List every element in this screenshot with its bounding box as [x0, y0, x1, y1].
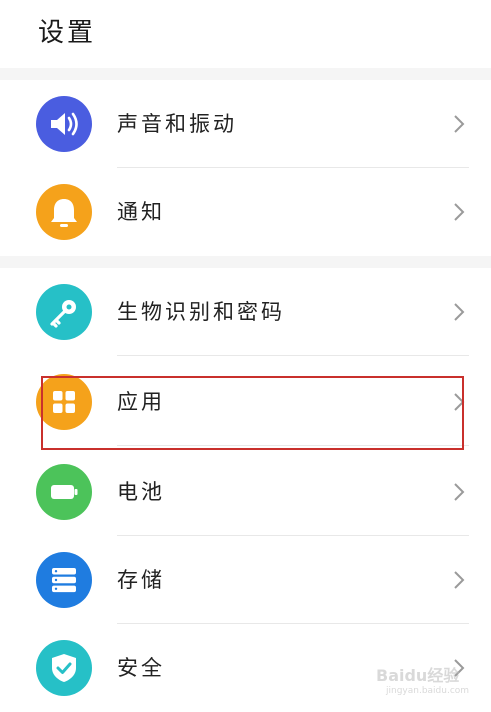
settings-item-sound[interactable]: 声音和振动: [0, 80, 491, 168]
chevron-right-icon: [452, 569, 466, 591]
settings-item-biometrics[interactable]: 生物识别和密码: [0, 268, 491, 356]
speaker-icon: [36, 96, 92, 152]
chevron-right-icon: [452, 481, 466, 503]
settings-item-label: 通知: [117, 200, 165, 224]
divider: [117, 355, 469, 356]
section-gap: [0, 68, 491, 80]
settings-item-label: 声音和振动: [117, 112, 237, 136]
settings-item-storage[interactable]: 存储: [0, 536, 491, 624]
highlight-box: [41, 376, 464, 450]
section-gap: [0, 256, 491, 268]
settings-item-label: 安全: [117, 656, 165, 680]
baidu-watermark: Baidu经验 jingyan.baidu.com: [372, 652, 487, 702]
settings-item-label: 生物识别和密码: [117, 300, 285, 324]
settings-item-battery[interactable]: 电池: [0, 448, 491, 536]
storage-icon: [36, 552, 92, 608]
battery-icon: [36, 464, 92, 520]
chevron-right-icon: [452, 113, 466, 135]
shield-check-icon: [36, 640, 92, 696]
settings-item-notifications[interactable]: 通知: [0, 168, 491, 256]
page-title: 设置: [38, 18, 97, 48]
chevron-right-icon: [452, 201, 466, 223]
chevron-right-icon: [452, 301, 466, 323]
settings-item-label: 存储: [117, 568, 165, 592]
key-icon: [36, 284, 92, 340]
watermark-text: Baidu经验: [376, 666, 460, 685]
bell-icon: [36, 184, 92, 240]
watermark-subtext: jingyan.baidu.com: [386, 686, 470, 696]
settings-item-label: 电池: [117, 480, 165, 504]
